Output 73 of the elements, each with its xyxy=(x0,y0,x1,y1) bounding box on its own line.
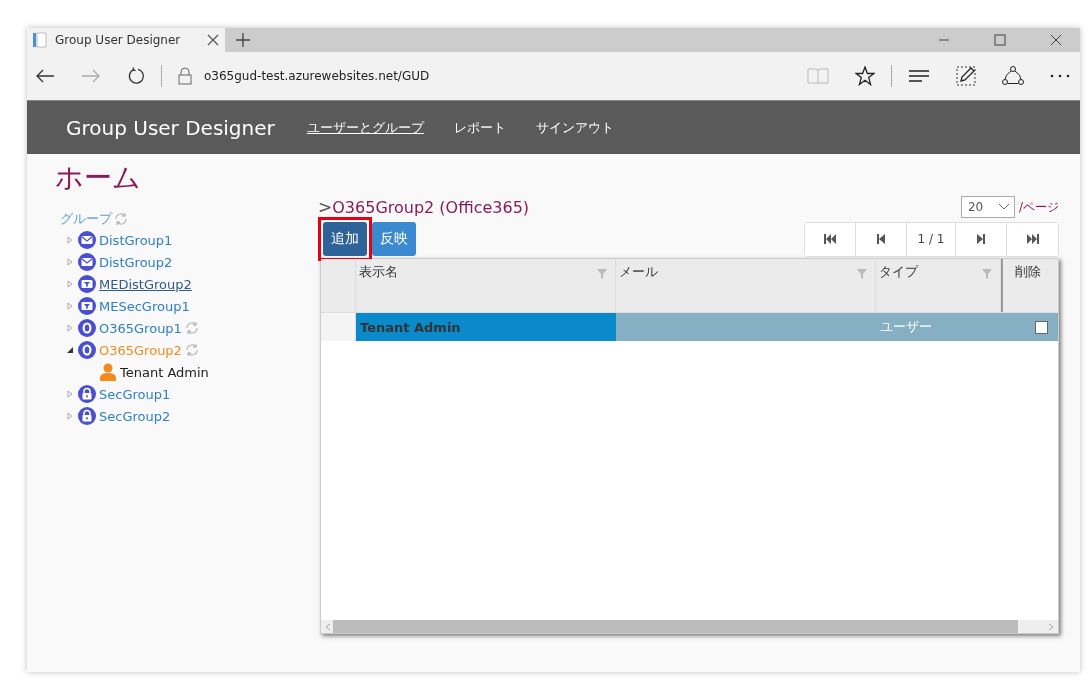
chevron-down-icon xyxy=(997,203,1010,211)
forward-icon[interactable] xyxy=(81,68,101,84)
close-icon[interactable] xyxy=(1050,34,1062,46)
lock-icon xyxy=(78,385,96,403)
previous-icon xyxy=(877,234,885,244)
expand-icon[interactable] xyxy=(66,258,74,266)
tree-item[interactable]: MESecGroup1 xyxy=(99,298,190,314)
app-title: Group User Designer xyxy=(66,115,275,140)
horizontal-scrollbar[interactable] xyxy=(321,620,1058,633)
expand-icon[interactable] xyxy=(66,412,74,420)
first-page-button[interactable] xyxy=(805,222,856,256)
expand-icon[interactable] xyxy=(66,324,74,332)
back-icon[interactable] xyxy=(35,68,55,84)
next-icon xyxy=(977,234,985,244)
action-button[interactable]: 反映 xyxy=(372,222,416,256)
address-field[interactable]: o365gud-test.azurewebsites.net/GUD xyxy=(204,69,430,83)
skip-to-start-icon xyxy=(824,234,836,244)
nav-link[interactable]: レポート xyxy=(453,118,506,137)
scroll-right-icon[interactable] xyxy=(1048,622,1054,631)
skip-to-end-icon xyxy=(1026,234,1039,244)
funnel-envelope-icon xyxy=(78,297,96,315)
tree-heading: グループ xyxy=(60,210,112,228)
scroll-left-icon[interactable] xyxy=(325,622,331,631)
reading-view-icon[interactable] xyxy=(807,67,829,85)
tree-item[interactable]: O365Group1 xyxy=(99,320,182,336)
checkbox[interactable] xyxy=(1035,320,1048,334)
filter-icon[interactable] xyxy=(857,269,867,279)
pen-icon[interactable] xyxy=(956,66,976,86)
nav-link[interactable]: ユーザーとグループ xyxy=(306,118,424,137)
star-icon[interactable] xyxy=(855,66,875,86)
ring-icon xyxy=(78,319,96,337)
lock-icon xyxy=(178,67,192,85)
collapse-icon[interactable] xyxy=(66,346,74,354)
action-button[interactable]: 追加 xyxy=(323,222,367,256)
browser-tab[interactable]: Group User Designer xyxy=(27,28,225,52)
page-title: ホーム xyxy=(55,160,142,196)
filter-icon[interactable] xyxy=(597,269,607,279)
envelope-icon xyxy=(78,231,96,249)
page-size-select[interactable]: 20 xyxy=(960,196,1015,218)
column-header[interactable]: メール xyxy=(616,259,876,312)
group-title: O365Group2 (Office365) xyxy=(332,197,530,217)
table-cell: ユーザー xyxy=(876,313,1001,341)
per-page-label: /ページ xyxy=(1018,198,1059,216)
ring-icon xyxy=(78,341,96,359)
new-tab-icon[interactable] xyxy=(235,32,251,48)
tree-item[interactable]: SecGroup2 xyxy=(99,408,171,424)
envelope-icon xyxy=(78,253,96,271)
expand-icon[interactable] xyxy=(66,302,74,310)
tree-item[interactable]: MEDistGroup2 xyxy=(99,276,192,292)
share-icon[interactable] xyxy=(1002,66,1024,86)
person-icon xyxy=(100,363,116,381)
expand-icon[interactable] xyxy=(66,236,74,244)
tree-item[interactable]: DistGroup1 xyxy=(99,232,173,248)
breadcrumb-separator: > xyxy=(318,197,333,217)
tree-item[interactable]: Tenant Admin xyxy=(120,364,209,380)
table-cell: Tenant Admin xyxy=(356,313,616,341)
funnel-envelope-icon xyxy=(78,275,96,293)
column-header[interactable]: タイプ xyxy=(876,259,1001,312)
close-tab-icon[interactable] xyxy=(207,34,219,46)
hub-icon[interactable] xyxy=(908,69,930,83)
expand-icon[interactable] xyxy=(66,280,74,288)
page-icon xyxy=(33,32,47,48)
tab-title: Group User Designer xyxy=(55,33,182,47)
filter-icon[interactable] xyxy=(982,269,992,279)
tree-item[interactable]: SecGroup1 xyxy=(99,386,171,402)
lock-icon xyxy=(78,407,96,425)
tree-item[interactable]: DistGroup2 xyxy=(99,254,173,270)
more-icon[interactable] xyxy=(1050,74,1070,78)
expand-icon[interactable] xyxy=(66,390,74,398)
refresh-icon[interactable] xyxy=(127,67,145,85)
column-header[interactable]: 表示名 xyxy=(356,259,616,312)
nav-link[interactable]: サインアウト xyxy=(535,118,614,137)
maximize-icon[interactable] xyxy=(994,34,1006,46)
